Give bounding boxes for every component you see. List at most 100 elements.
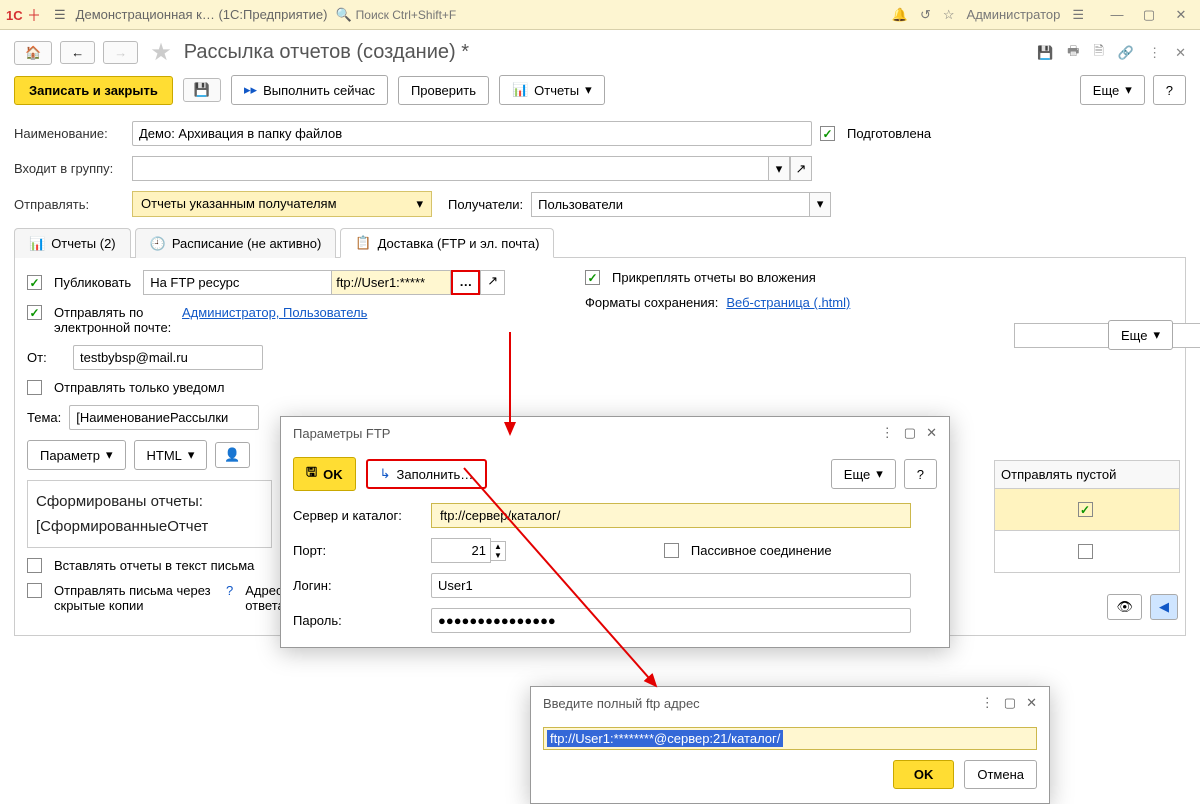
reports-dropdown[interactable]: 📊Отчеты ▾ <box>499 75 605 105</box>
close-button[interactable]: ✕ <box>1168 5 1194 25</box>
next-arrow-icon[interactable]: ◀ <box>1150 594 1178 620</box>
back-button[interactable]: ← <box>60 41 95 64</box>
more-vert-icon[interactable]: ⋮ <box>1148 45 1161 61</box>
addr-more-icon[interactable]: ⋮ <box>981 695 994 711</box>
favorite-star-icon[interactable]: ★ <box>150 38 172 67</box>
ftp-more-button[interactable]: Еще ▾ <box>831 459 896 489</box>
dlg-more-icon[interactable]: ⋮ <box>881 425 894 441</box>
send-label: Отправлять: <box>14 197 124 212</box>
addr-cancel-button[interactable]: Отмена <box>964 760 1037 789</box>
subject-label: Тема: <box>27 410 61 425</box>
insert-reports-checkbox[interactable] <box>27 558 42 573</box>
ftp-dialog-title: Параметры FTP <box>293 426 390 441</box>
bcc-label: Отправлять письма через скрытые копии <box>54 583 214 613</box>
star-icon[interactable]: ☆ <box>943 7 955 23</box>
save-close-button[interactable]: Записать и закрыть <box>14 76 173 105</box>
formats-label: Форматы сохранения: <box>585 295 718 310</box>
addr-close-icon[interactable]: ✕ <box>1026 695 1037 711</box>
bell-icon[interactable]: 🔔 <box>892 7 908 23</box>
minimize-button[interactable]: — <box>1104 5 1130 25</box>
settings-icon[interactable]: ☰ <box>1072 7 1084 23</box>
table-row[interactable] <box>994 531 1180 573</box>
ftp-server-input[interactable] <box>431 503 911 528</box>
param-button[interactable]: Параметр ▾ <box>27 440 126 470</box>
addr-max-icon[interactable]: ▢ <box>1004 695 1016 711</box>
recipients-input[interactable]: ▾ <box>531 192 831 217</box>
burger-icon[interactable]: ☰ <box>54 7 66 23</box>
attach-checkbox[interactable] <box>585 270 600 285</box>
ftp-login-label: Логин: <box>293 578 423 593</box>
help-hint-icon[interactable]: ? <box>226 583 233 598</box>
ftp-port-input[interactable] <box>431 538 491 563</box>
check-button[interactable]: Проверить <box>398 76 489 105</box>
more-button-2[interactable]: Еще ▾ <box>1108 320 1173 350</box>
user-label[interactable]: Администратор <box>967 7 1061 22</box>
editor-tool-icon[interactable]: 👤 <box>215 442 249 468</box>
formats-link[interactable]: Веб-страница (.html) <box>726 295 850 310</box>
preview-icon[interactable]: 🗎 <box>1093 42 1103 64</box>
group-open-button[interactable]: ↗ <box>790 156 812 181</box>
bcc-checkbox[interactable] <box>27 583 42 598</box>
addr-dialog-title: Введите полный ftp адрес <box>543 696 700 711</box>
subject-input[interactable] <box>69 405 259 430</box>
ftp-help-button[interactable]: ? <box>904 459 937 489</box>
email-checkbox[interactable] <box>27 305 42 320</box>
link-icon[interactable]: 🔗 <box>1118 45 1134 61</box>
ftp-password-input[interactable] <box>431 608 911 633</box>
ftp-short-input[interactable] <box>331 270 451 295</box>
port-up-button[interactable]: ▲ <box>491 542 505 551</box>
name-input[interactable] <box>132 121 812 146</box>
ftp-ok-button[interactable]: 🖫OK <box>293 457 356 491</box>
html-button[interactable]: HTML ▾ <box>134 440 208 470</box>
prepared-checkbox[interactable] <box>820 126 835 141</box>
home-button[interactable]: 🏠 <box>14 41 52 65</box>
global-search-input[interactable] <box>356 8 536 22</box>
insert-reports-label: Вставлять отчеты в текст письма <box>54 558 254 573</box>
publish-label: Публиковать <box>54 275 131 290</box>
ftp-login-input[interactable] <box>431 573 911 598</box>
email-recipients-link[interactable]: Администратор, Пользователь <box>182 305 367 320</box>
send-mode-select[interactable]: Отчеты указанным получателям▾ <box>132 191 432 217</box>
search-icon: 🔍 <box>335 7 351 23</box>
save-button[interactable]: 💾 <box>183 78 221 102</box>
forward-button[interactable]: → <box>103 41 138 64</box>
view-icon[interactable]: 👁 <box>1107 594 1142 620</box>
help-button[interactable]: ? <box>1153 75 1186 105</box>
port-down-button[interactable]: ▼ <box>491 551 505 560</box>
print-icon[interactable]: 🖶 <box>1067 42 1079 64</box>
save-icon[interactable]: 💾 <box>1037 45 1053 61</box>
history-icon[interactable]: ↺ <box>920 7 931 23</box>
col-send-empty-header[interactable]: Отправлять пустой <box>994 460 1180 489</box>
publish-checkbox[interactable] <box>27 275 42 290</box>
dlg-close-icon[interactable]: ✕ <box>926 425 937 441</box>
send-empty-1-checkbox[interactable] <box>1078 502 1093 517</box>
ftp-openext-button[interactable]: ↗ <box>480 270 505 295</box>
passive-checkbox[interactable] <box>664 543 679 558</box>
recipients-label: Получатели: <box>448 197 523 212</box>
ftp-fill-button[interactable]: ↳Заполнить… <box>366 459 488 489</box>
close-form-button[interactable]: ✕ <box>1175 45 1186 61</box>
addr-ok-button[interactable]: OK <box>893 760 955 789</box>
tab-reports[interactable]: 📊Отчеты (2) <box>14 228 131 258</box>
tab-schedule[interactable]: 🕘Расписание (не активно) <box>135 228 337 258</box>
recipients-dropdown-button[interactable]: ▾ <box>809 192 831 217</box>
ftp-details-button[interactable]: … <box>451 270 480 295</box>
body-line: [СформированныеОтчет <box>36 514 263 539</box>
notify-only-checkbox[interactable] <box>27 380 42 395</box>
addr-input[interactable]: ftp://User1:********@сервер:21/каталог/ <box>543 727 1037 750</box>
publish-target-select[interactable] <box>143 270 332 295</box>
tab-delivery[interactable]: 📋Доставка (FTP и эл. почта) <box>340 228 554 258</box>
maximize-button[interactable]: ▢ <box>1136 5 1162 25</box>
from-input[interactable] <box>73 345 263 370</box>
title-app: Демонстрационная к… (1С:Предприятие) <box>76 7 328 22</box>
table-row[interactable] <box>994 489 1180 531</box>
send-empty-2-checkbox[interactable] <box>1078 544 1093 559</box>
attach-label: Прикреплять отчеты во вложения <box>612 270 816 285</box>
more-button[interactable]: Еще ▾ <box>1080 75 1145 105</box>
run-now-button[interactable]: ▸▸Выполнить сейчас <box>231 75 388 105</box>
email-body-editor[interactable]: Сформированы отчеты: [СформированныеОтче… <box>27 480 272 548</box>
notify-only-label: Отправлять только уведомл <box>54 380 224 395</box>
group-dropdown-button[interactable]: ▾ <box>768 156 790 181</box>
group-input[interactable]: ▾ ↗ <box>132 156 812 181</box>
dlg-max-icon[interactable]: ▢ <box>904 425 916 441</box>
